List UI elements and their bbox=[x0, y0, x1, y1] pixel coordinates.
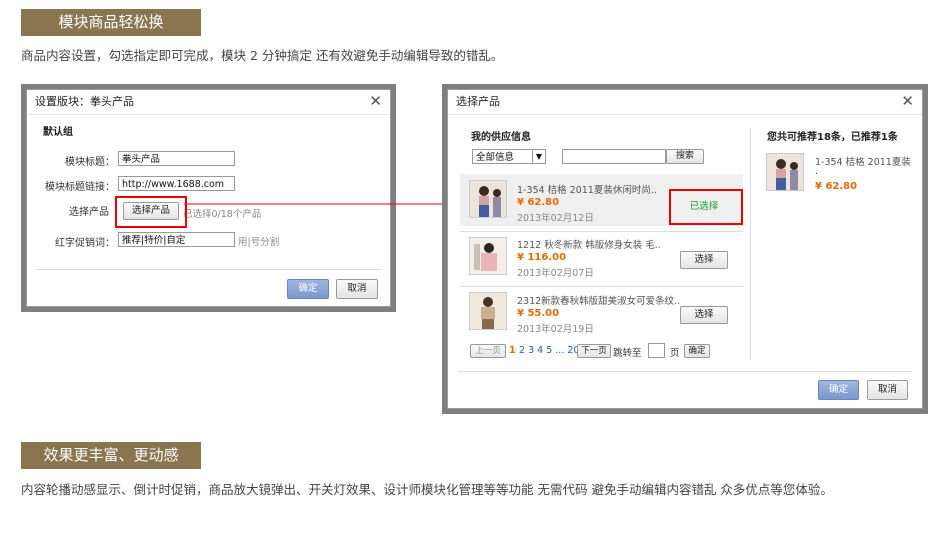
recommended-price: ¥ 62.80 bbox=[815, 181, 858, 192]
highlight-box bbox=[669, 189, 743, 225]
product-date: 2013年02月19日 bbox=[517, 324, 594, 335]
dialog2-backdrop: 选择产品 ✕ 我的供应信息 全部信息 ▼ 搜索 1-354 桔格 2011夏装休… bbox=[442, 84, 928, 414]
divider bbox=[750, 128, 751, 360]
select-product-dialog: 选择产品 ✕ 我的供应信息 全部信息 ▼ 搜索 1-354 桔格 2011夏装休… bbox=[447, 89, 923, 409]
filter-select[interactable]: 全部信息 ▼ bbox=[472, 149, 546, 164]
page-unit: 页 bbox=[670, 348, 680, 359]
ok-button[interactable]: 确定 bbox=[818, 380, 859, 400]
product-price: ¥ 55.00 bbox=[517, 308, 560, 319]
product-thumbnail[interactable] bbox=[469, 180, 507, 218]
product-thumbnail[interactable] bbox=[469, 237, 507, 275]
section2-description: 内容轮播动感显示、倒计时促销，商品放大镜弹出、开关灯效果、设计师模块化管理等等功… bbox=[21, 482, 833, 497]
page-links[interactable]: 2 3 4 5 ... 20 bbox=[519, 345, 579, 356]
chevron-down-icon: ▼ bbox=[532, 149, 545, 164]
product-date: 2013年02月07日 bbox=[517, 268, 594, 279]
product-thumbnail[interactable] bbox=[469, 292, 507, 330]
divider bbox=[458, 371, 912, 372]
product-name: 1212 秋冬新款 韩版修身女装 毛.. bbox=[517, 240, 661, 251]
dialog2-title: 选择产品 bbox=[456, 95, 500, 108]
jump-confirm-button[interactable]: 确定 bbox=[684, 344, 710, 358]
product-date: 2013年02月12日 bbox=[517, 213, 594, 224]
supply-heading: 我的供应信息 bbox=[471, 132, 531, 143]
divider bbox=[460, 231, 743, 232]
section2-title: 效果更丰富、更动感 bbox=[43, 446, 179, 464]
product-name: 1-354 桔格 2011夏装休闲时尚.. bbox=[517, 185, 657, 196]
current-page[interactable]: 1 bbox=[509, 345, 516, 356]
product-price: ¥ 62.80 bbox=[517, 197, 560, 208]
page-number-input[interactable] bbox=[648, 343, 665, 358]
section-title-bar: 效果更丰富、更动感 bbox=[21, 442, 201, 469]
filter-value: 全部信息 bbox=[476, 152, 515, 163]
select-button[interactable]: 选择 bbox=[680, 251, 728, 269]
recommended-dot: . bbox=[815, 166, 819, 177]
divider bbox=[460, 286, 743, 287]
search-input[interactable] bbox=[562, 149, 666, 164]
divider bbox=[448, 114, 922, 115]
close-icon[interactable]: ✕ bbox=[901, 92, 914, 110]
recommended-thumbnail[interactable] bbox=[766, 153, 804, 191]
prev-page-button[interactable]: 上一页 bbox=[470, 344, 506, 358]
select-button[interactable]: 选择 bbox=[680, 306, 728, 324]
jump-label: 跳转至 bbox=[613, 348, 642, 359]
product-name: 2312新款春秋韩版甜美淑女可爱条纹.. bbox=[517, 296, 681, 307]
cancel-button[interactable]: 取消 bbox=[867, 380, 908, 400]
next-page-button[interactable]: 下一页 bbox=[577, 344, 611, 358]
recommended-name: 1-354 桔格 2011夏装 bbox=[815, 157, 911, 168]
product-price: ¥ 116.00 bbox=[517, 252, 567, 263]
recommend-heading: 您共可推荐18条，已推荐1条 bbox=[767, 132, 898, 143]
search-button[interactable]: 搜索 bbox=[666, 149, 704, 164]
